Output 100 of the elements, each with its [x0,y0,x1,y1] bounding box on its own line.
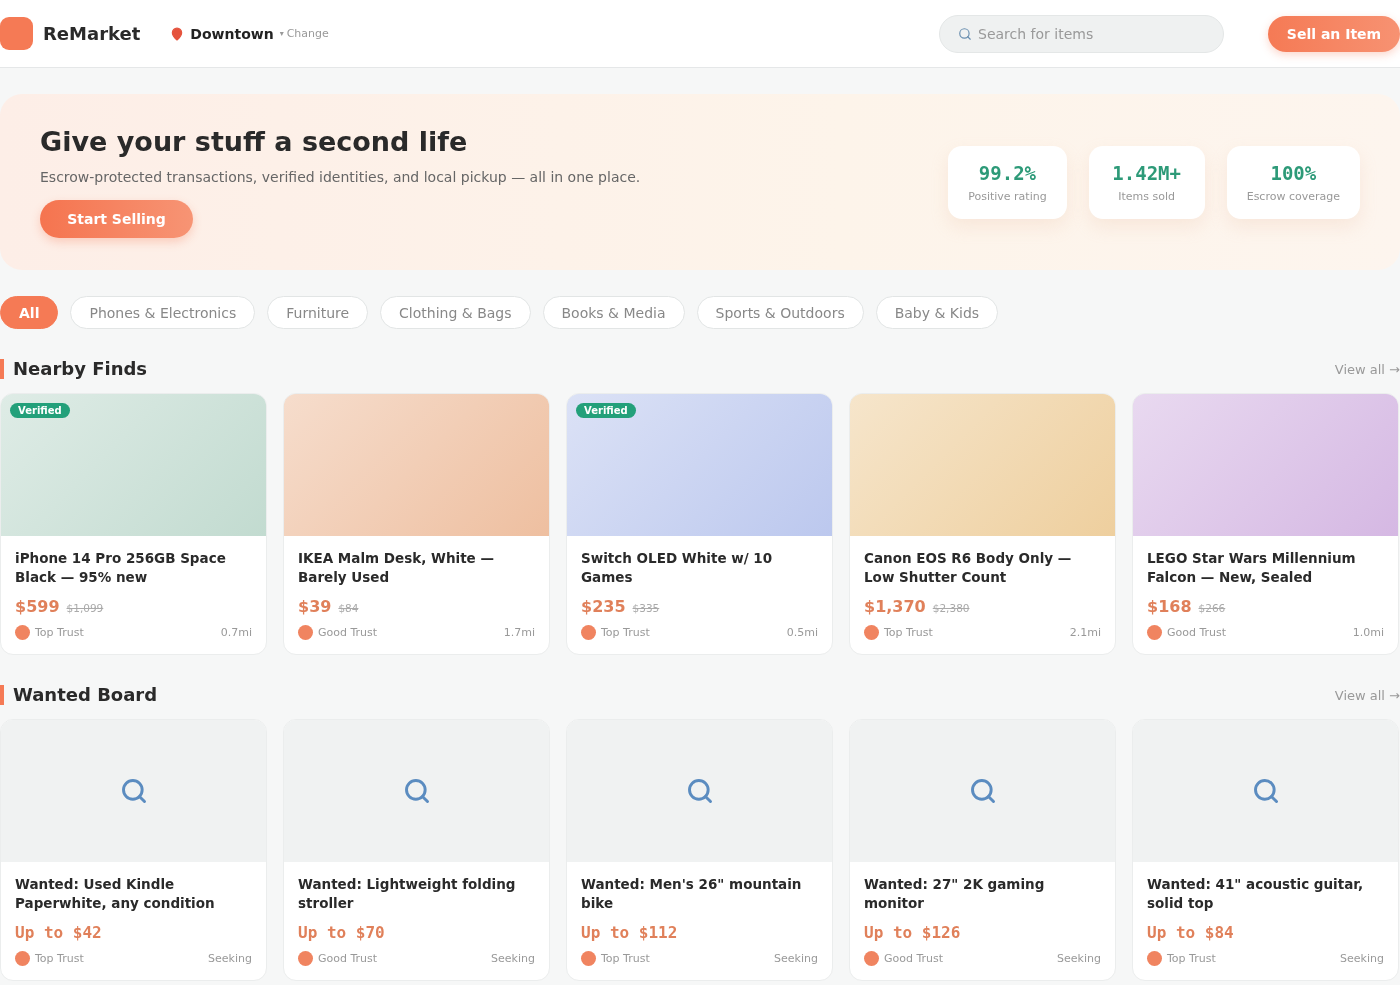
distance-label: 0.7mi [220,626,252,639]
search-icon [1251,777,1280,805]
listing-card[interactable]: Verified iPhone 14 Pro 256GB Space Black — 95% new $599 $1,099 Top Trust 0.7mi [0,393,267,655]
category-chip[interactable]: Clothing & Bags [380,296,531,329]
wanted-title: Wanted: 41" acoustic guitar, solid top [1147,875,1365,913]
category-chip[interactable]: Phones & Electronics [70,296,256,329]
trust-label: Good Trust [884,952,944,965]
seller-avatar [15,625,30,640]
listing-card[interactable]: IKEA Malm Desk, White — Barely Used $39 $84 Good Trust 1.7mi [283,393,550,655]
stat-label: Items sold [1117,189,1177,203]
listing-price: $1,370 [864,597,926,616]
original-price: $266 [1198,602,1226,614]
stat-value: 1.42M+ [1111,161,1182,184]
seller-avatar [298,625,313,640]
status-label: Seeking [491,952,535,965]
seller-avatar [1147,625,1162,640]
trust-label: Good Trust [318,626,378,639]
listing-price: $235 [581,597,626,616]
category-chip[interactable]: Sports & Outdoors [696,296,864,329]
budget-label: Up to $126 [864,923,962,942]
category-chip[interactable]: Books & Media [542,296,685,329]
seller-avatar [864,625,879,640]
distance-label: 1.0mi [1352,626,1384,639]
hero-subtitle: Escrow-protected transactions, verified identities, and local pickup — all in one place. [40,169,642,185]
view-all-link[interactable]: View all → [1334,687,1400,703]
wanted-card[interactable]: Wanted: Used Kindle Paperwhite, any condition Up to $42 Top Trust Seeking [0,719,267,981]
trust-label: Top Trust [601,626,650,639]
trust-label: Good Trust [1167,626,1227,639]
location-label: Downtown [190,25,274,42]
search-icon [968,777,997,805]
section-title: Nearby Finds [0,359,148,379]
wanted-title: Wanted: 27" 2K gaming monitor [864,875,1046,913]
pin-icon [170,26,185,41]
category-chip[interactable]: All [0,296,59,329]
budget-label: Up to $84 [1147,923,1235,942]
stat-value: 99.2% [977,161,1038,184]
distance-label: 1.7mi [503,626,535,639]
view-all-link[interactable]: View all → [1334,361,1400,377]
budget-label: Up to $112 [581,923,679,942]
verified-badge: Verified [10,403,70,418]
logo-icon [0,17,33,50]
trust-label: Top Trust [35,626,84,639]
listing-title: iPhone 14 Pro 256GB Space Black — 95% new [15,549,227,587]
search-icon [685,777,714,805]
wanted-card[interactable]: Wanted: Men's 26" mountain bike Up to $112 Top Trust Seeking [566,719,833,981]
seller-avatar [15,951,30,966]
listing-title: Canon EOS R6 Body Only — Low Shutter Count [864,549,1073,587]
caret-icon: ▾ [279,29,284,38]
listing-title: Switch OLED White w/ 10 Games [581,549,774,587]
trust-label: Top Trust [884,626,933,639]
wanted-title: Wanted: Men's 26" mountain bike [581,875,803,913]
wanted-title: Wanted: Used Kindle Paperwhite, any condition [15,875,216,913]
category-chip[interactable]: Furniture [267,296,369,329]
listing-card[interactable]: LEGO Star Wars Millennium Falcon — New, Sealed $168 $266 Good Trust 1.0mi [1132,393,1399,655]
original-price: $2,380 [932,602,970,614]
status-label: Seeking [1057,952,1101,965]
seller-avatar [298,951,313,966]
section-title: Wanted Board [0,685,158,705]
budget-label: Up to $70 [298,923,386,942]
original-price: $84 [338,602,359,614]
search-icon [119,777,148,805]
search-field[interactable]: Search for items [939,14,1224,53]
wanted-card[interactable]: Wanted: 27" 2K gaming monitor Up to $126 Good Trust Seeking [849,719,1116,981]
distance-label: 2.1mi [1069,626,1101,639]
trust-label: Top Trust [1167,952,1216,965]
wanted-card[interactable]: Wanted: 41" acoustic guitar, solid top Up to $84 Top Trust Seeking [1132,719,1399,981]
seller-avatar [864,951,879,966]
seller-avatar [581,625,596,640]
listing-price: $168 [1147,597,1192,616]
wanted-card[interactable]: Wanted: Lightweight folding stroller Up to $70 Good Trust Seeking [283,719,550,981]
seller-avatar [1147,951,1162,966]
seller-avatar [581,951,596,966]
sell-button[interactable]: Sell an Item [1268,15,1400,52]
stat-label: Positive rating [968,189,1047,203]
verified-badge: Verified [576,403,636,418]
listing-title: IKEA Malm Desk, White — Barely Used [298,549,495,587]
trust-label: Top Trust [601,952,650,965]
search-icon [402,777,431,805]
original-price: $1,099 [66,602,104,614]
category-chip[interactable]: Baby & Kids [875,296,999,329]
brand-name: ReMarket [43,23,141,44]
search-icon [958,26,972,41]
listing-price: $599 [15,597,60,616]
stat-value: 100% [1269,161,1318,184]
original-price: $335 [632,602,660,614]
listing-price: $39 [298,597,332,616]
status-label: Seeking [208,952,252,965]
change-link[interactable]: Change [286,27,329,40]
budget-label: Up to $42 [15,923,103,942]
trust-label: Top Trust [35,952,84,965]
listing-card[interactable]: Verified Switch OLED White w/ 10 Games $235 $335 Top Trust 0.5mi [566,393,833,655]
listing-card[interactable]: Canon EOS R6 Body Only — Low Shutter Count $1,370 $2,380 Top Trust 2.1mi [849,393,1116,655]
listing-title: LEGO Star Wars Millennium Falcon — New, Sealed [1147,549,1357,587]
start-selling-button[interactable]: Start Selling [40,200,193,238]
wanted-title: Wanted: Lightweight folding stroller [298,875,517,913]
status-label: Seeking [1340,952,1384,965]
trust-label: Good Trust [318,952,378,965]
hero-title: Give your stuff a second life [40,126,469,157]
distance-label: 0.5mi [786,626,818,639]
status-label: Seeking [774,952,818,965]
